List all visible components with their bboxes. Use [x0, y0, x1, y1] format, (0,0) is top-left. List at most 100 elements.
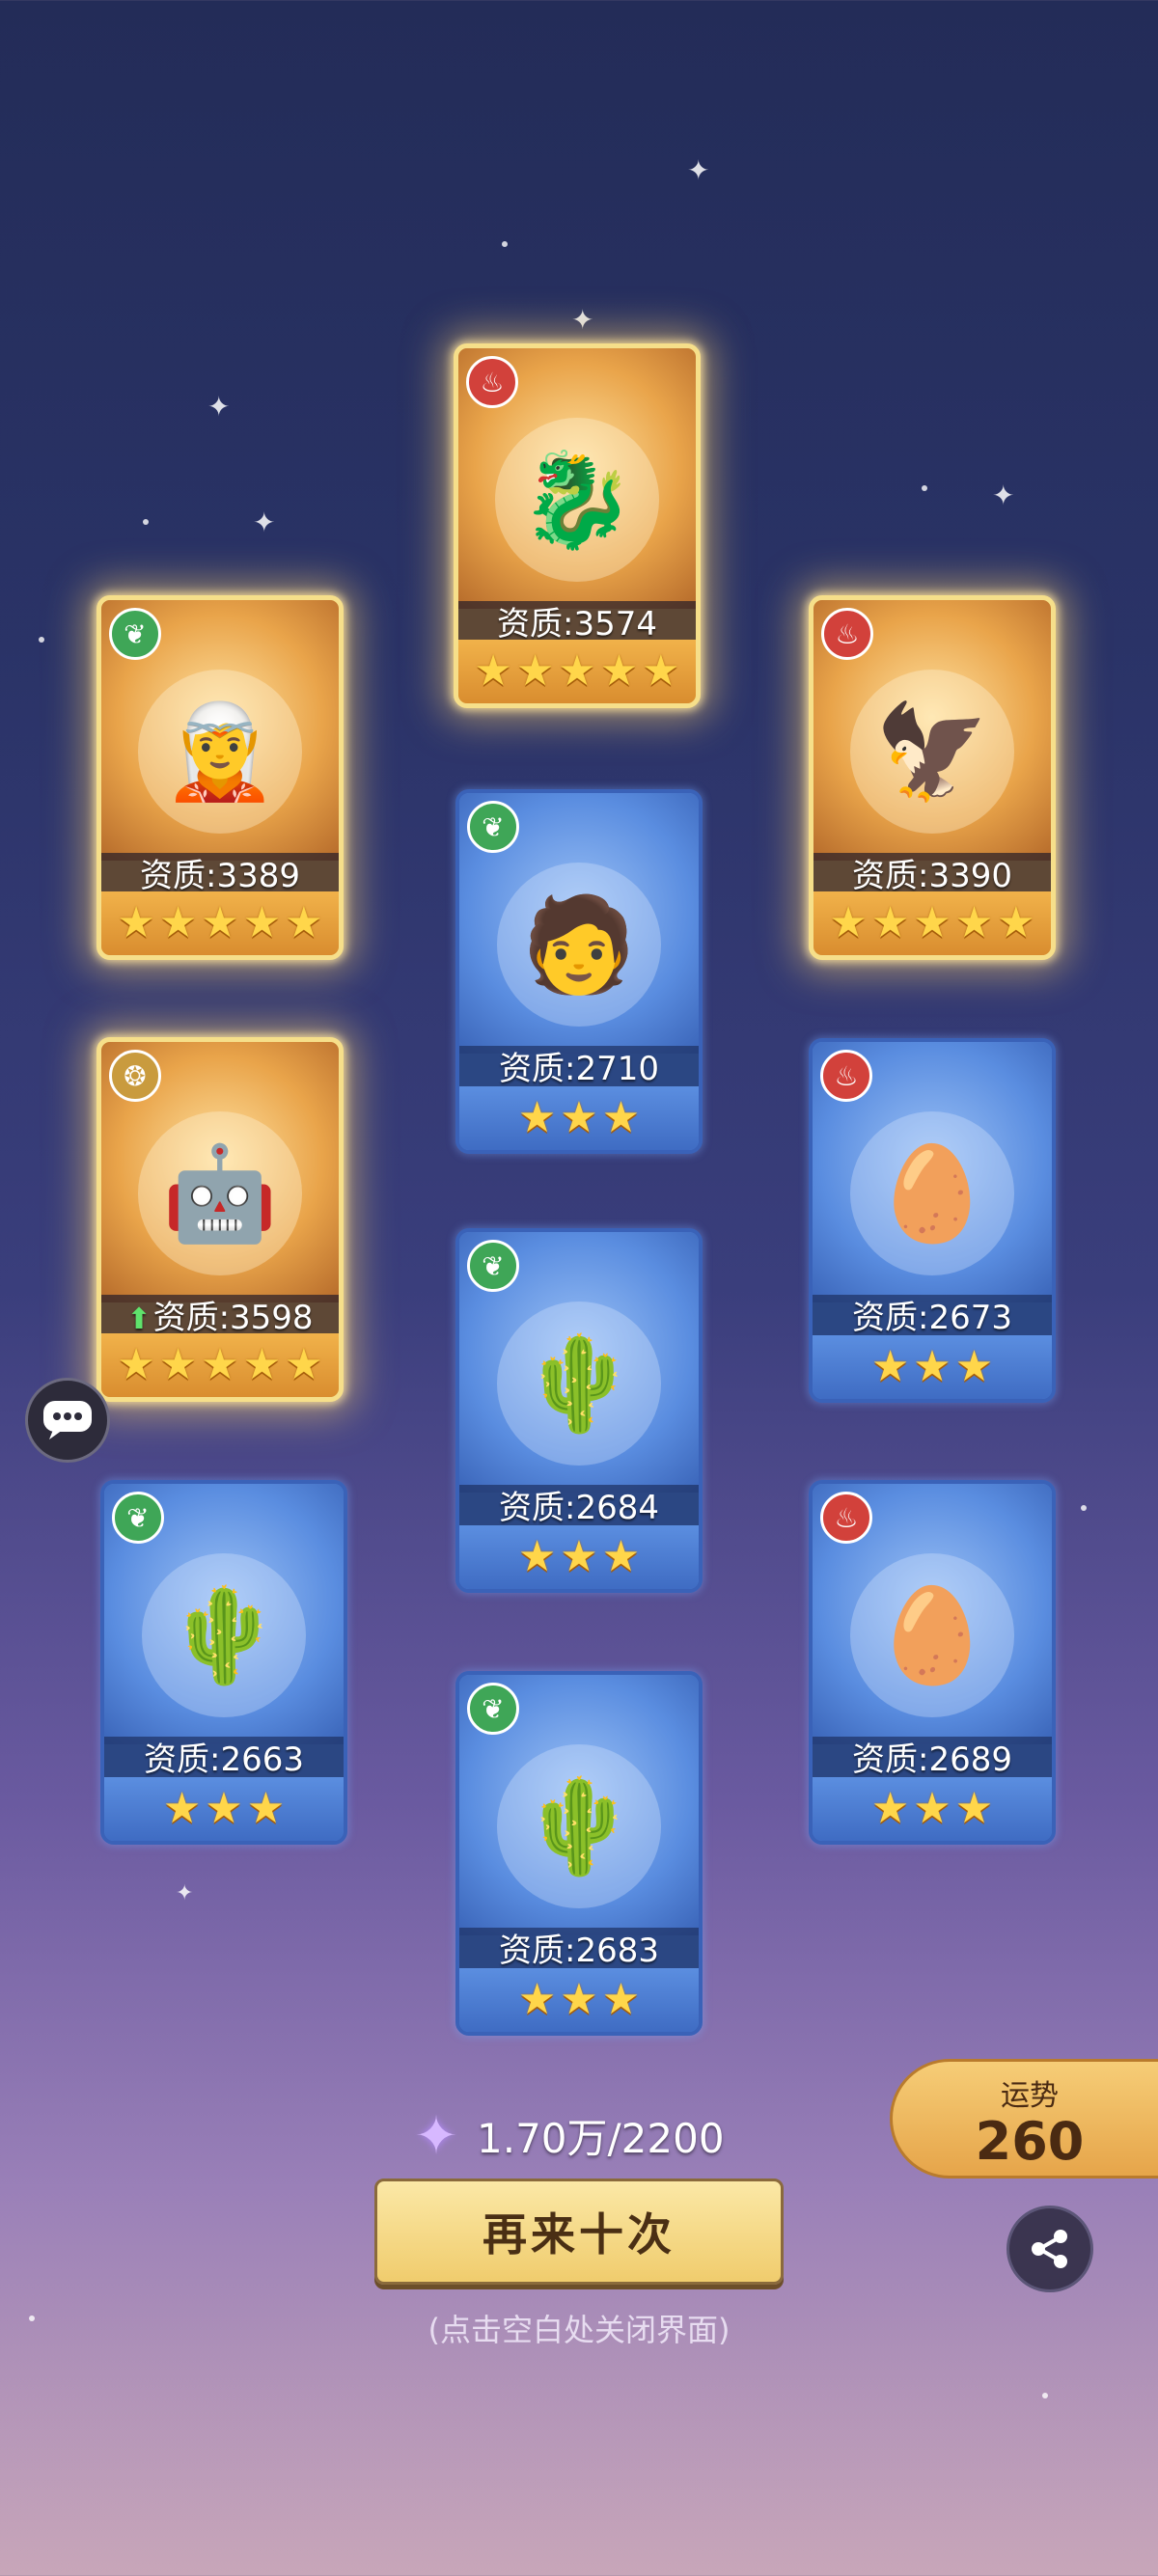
chat-button[interactable]: [25, 1378, 110, 1463]
star-icon: ★: [517, 1093, 557, 1142]
fire-element-icon: ♨: [821, 608, 873, 660]
star-icon: ★: [560, 1093, 598, 1142]
quality-text: 资质:2689: [852, 1740, 1012, 1779]
star-dot: [1081, 1505, 1087, 1511]
quality-text: 资质:3598: [152, 1299, 314, 1337]
star-dot: [39, 637, 44, 643]
star-icon: ★: [913, 1342, 951, 1391]
star-icon: ★: [870, 1342, 910, 1391]
nature-element-icon: ❦: [109, 608, 161, 660]
share-button[interactable]: [1006, 2206, 1093, 2292]
star-icon: ★: [246, 1784, 286, 1833]
star-icon: ★: [829, 898, 868, 947]
hero-portrait: 🌵: [142, 1552, 306, 1717]
sparkle-icon: ✦: [992, 480, 1015, 511]
fire-element-icon: ♨: [820, 1050, 872, 1102]
star-dot: [1042, 2393, 1048, 2398]
hero-portrait: 🐉: [495, 417, 659, 582]
hero-portrait: 🥚: [850, 1552, 1014, 1717]
hero-card[interactable]: 🌵 ❦ 资质:2683 ★ ★ ★: [455, 1671, 703, 2036]
quality-text: 资质:2673: [852, 1299, 1012, 1337]
hero-card[interactable]: 🌵 ❦ 资质:2663 ★ ★ ★: [100, 1480, 347, 1845]
star-icon: ★: [285, 898, 323, 947]
star-icon: ★: [599, 646, 639, 696]
quality-text: 资质:3389: [140, 857, 300, 895]
star-icon: ★: [117, 1340, 155, 1389]
fortune-label: 运势: [1001, 2079, 1059, 2113]
quality-text: 资质:2710: [499, 1050, 659, 1088]
crystal-icon: ✦: [414, 2104, 458, 2166]
hero-card[interactable]: 🤖 ❂ ⬆资质:3598 ★ ★ ★ ★ ★: [96, 1037, 344, 1402]
star-icon: ★: [117, 898, 155, 947]
star-dot: [143, 519, 149, 525]
star-icon: ★: [285, 1340, 323, 1389]
star-icon: ★: [954, 1342, 994, 1391]
chat-bubble-icon: [43, 1401, 92, 1439]
star-rating: ★ ★ ★: [459, 1968, 699, 2032]
hero-card[interactable]: 🧑 ❦ 资质:2710 ★ ★ ★: [455, 789, 703, 1154]
hero-portrait: 🌵: [497, 1301, 661, 1466]
star-rating: ★ ★ ★: [459, 1086, 699, 1150]
star-icon: ★: [560, 1532, 598, 1581]
sparkle-icon: ✦: [253, 507, 276, 538]
star-icon: ★: [954, 1784, 994, 1833]
star-icon: ★: [601, 1532, 641, 1581]
hero-portrait: 🤖: [138, 1110, 302, 1275]
star-icon: ★: [997, 898, 1035, 947]
star-icon: ★: [242, 898, 282, 947]
star-icon: ★: [601, 1093, 641, 1142]
quality-label: 资质:2689: [813, 1737, 1052, 1783]
hero-card[interactable]: 🥚 ♨ 资质:2689 ★ ★ ★: [809, 1480, 1056, 1845]
nature-element-icon: ❦: [467, 1240, 519, 1292]
nature-element-icon: ❦: [112, 1492, 164, 1544]
star-rating: ★ ★ ★: [813, 1335, 1052, 1399]
quality-label: 资质:2673: [813, 1295, 1052, 1341]
star-rating: ★ ★ ★: [813, 1777, 1052, 1841]
fortune-value: 260: [975, 2111, 1085, 2172]
nature-element-icon: ❦: [467, 801, 519, 853]
star-rating: ★ ★ ★: [104, 1777, 344, 1841]
star-icon: ★: [517, 1975, 557, 2024]
earth-element-icon: ❂: [109, 1050, 161, 1102]
quality-label: 资质:2683: [459, 1928, 699, 1974]
hero-portrait: 🌵: [497, 1743, 661, 1908]
star-icon: ★: [201, 1340, 239, 1389]
star-icon: ★: [515, 646, 555, 696]
star-icon: ★: [201, 898, 239, 947]
share-icon: [1032, 2230, 1067, 2268]
upgrade-arrow-icon: ⬆: [126, 1302, 152, 1336]
star-rating: ★ ★ ★ ★ ★: [101, 891, 339, 955]
star-icon: ★: [870, 1784, 910, 1833]
star-icon: ★: [954, 898, 994, 947]
hero-card[interactable]: 🌵 ❦ 资质:2684 ★ ★ ★: [455, 1228, 703, 1593]
quality-text: 资质:2663: [144, 1740, 304, 1779]
hero-card[interactable]: 🐉 ♨ 资质:3574 ★ ★ ★ ★ ★: [454, 343, 701, 708]
star-icon: ★: [205, 1784, 243, 1833]
star-icon: ★: [558, 646, 596, 696]
hero-portrait: 🧝: [138, 669, 302, 834]
hero-card[interactable]: 🥚 ♨ 资质:2673 ★ ★ ★: [809, 1038, 1056, 1403]
hero-card[interactable]: 🧝 ❦ 资质:3389 ★ ★ ★ ★ ★: [96, 595, 344, 960]
sparkle-icon: ✦: [176, 1881, 194, 1905]
draw-cost: ✦ 1.70万/2200: [407, 2101, 724, 2169]
star-rating: ★ ★ ★ ★ ★: [101, 1333, 339, 1397]
quality-label: 资质:2684: [459, 1485, 699, 1531]
hero-portrait: 🧑: [497, 862, 661, 1027]
hero-card[interactable]: 🦅 ♨ 资质:3390 ★ ★ ★ ★ ★: [809, 595, 1056, 960]
star-icon: ★: [158, 898, 198, 947]
hero-portrait: 🦅: [850, 669, 1014, 834]
sparkle-icon: ✦: [687, 154, 710, 186]
quality-text: 资质:2684: [499, 1489, 659, 1527]
quality-text: 资质:2683: [499, 1932, 659, 1970]
sparkle-icon: ✦: [207, 391, 231, 423]
star-icon: ★: [242, 1340, 282, 1389]
fire-element-icon: ♨: [820, 1492, 872, 1544]
draw-again-button[interactable]: 再来十次: [374, 2179, 784, 2285]
star-icon: ★: [517, 1532, 557, 1581]
star-rating: ★ ★ ★ ★ ★: [813, 891, 1051, 955]
quality-label: 资质:2710: [459, 1046, 699, 1092]
star-icon: ★: [913, 1784, 951, 1833]
star-icon: ★: [870, 898, 910, 947]
star-icon: ★: [913, 898, 951, 947]
star-dot: [922, 485, 927, 491]
